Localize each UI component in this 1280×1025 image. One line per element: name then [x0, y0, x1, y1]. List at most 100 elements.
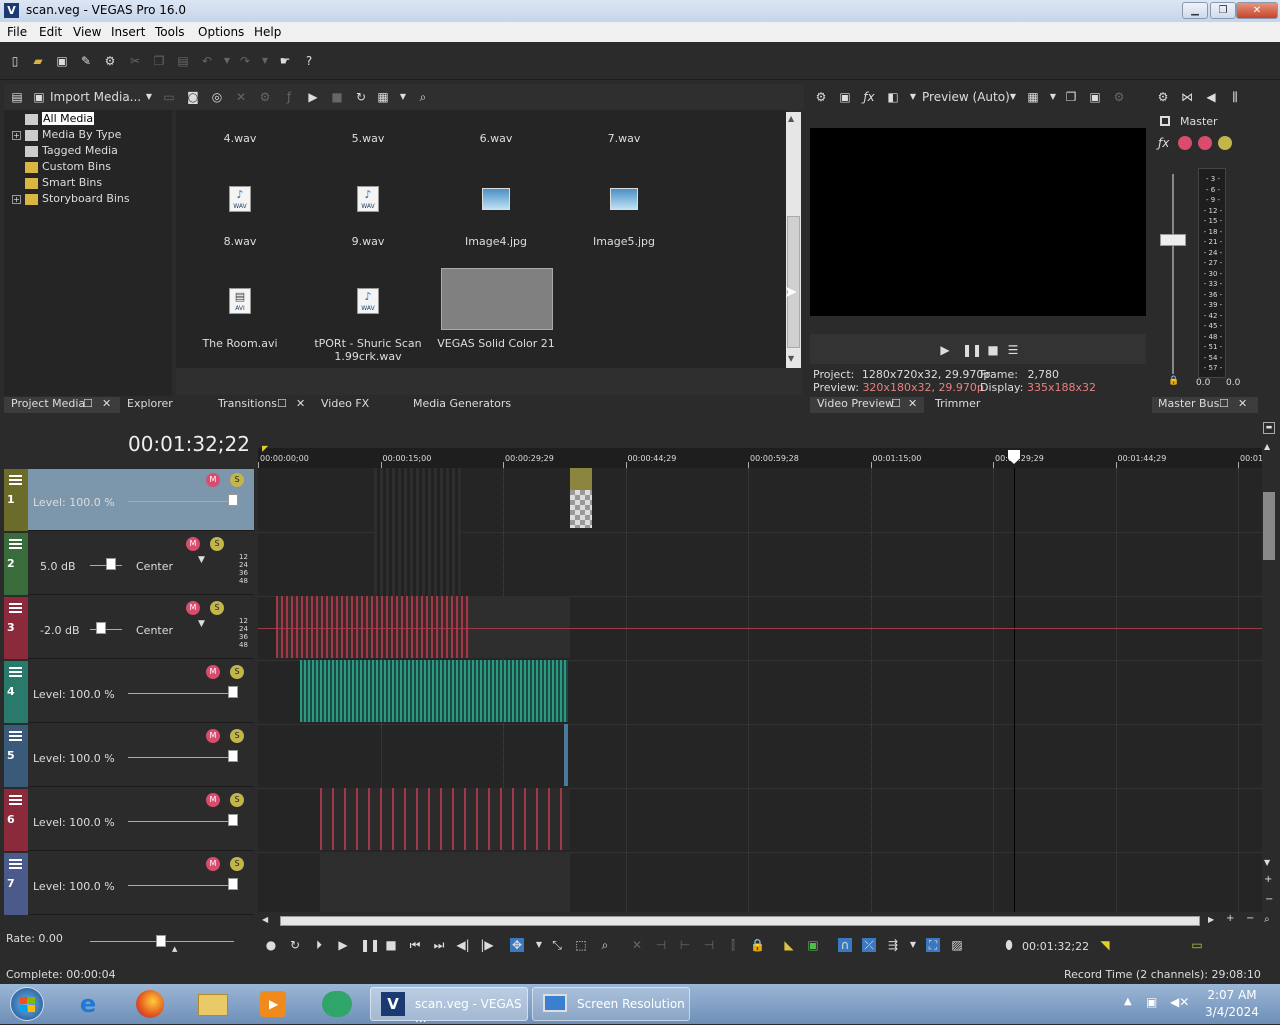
network-icon[interactable]: ▣ [1146, 995, 1157, 1009]
tab-close-icon[interactable]: ✕ [296, 397, 305, 410]
master-downmix-icon[interactable]: ⋈ [1180, 90, 1194, 104]
split-icon[interactable]: ⫿ [726, 938, 740, 952]
play-icon[interactable]: ▶ [336, 938, 350, 952]
menu-insert[interactable]: Insert [111, 25, 145, 39]
tab-float-icon[interactable]: ☐ [1219, 397, 1229, 410]
track-level-knob[interactable] [228, 814, 238, 826]
video-event-green[interactable] [300, 660, 568, 722]
video-event-blue[interactable] [564, 724, 568, 786]
insert-marker-icon[interactable]: ◣ [782, 938, 796, 952]
preview-stop-icon[interactable]: ■ [986, 343, 1000, 357]
master-fx-chain-icon[interactable] [1178, 136, 1192, 150]
timeline-horizontal-scrollbar[interactable]: ◀ ▶ + − ⌕ [258, 913, 1280, 928]
track-menu-icon[interactable] [9, 859, 22, 869]
snapping-icon[interactable]: ∩ [838, 938, 852, 952]
remove-icon[interactable]: ✕ [234, 90, 248, 104]
media-properties-icon[interactable]: ⚙ [258, 90, 272, 104]
zoom-out-time-icon[interactable]: − [1246, 913, 1254, 924]
h-scroll-right-icon[interactable]: ▶ [1208, 915, 1214, 924]
paste-icon[interactable]: ▤ [176, 54, 190, 68]
import-media-icon[interactable]: ▣ [32, 90, 46, 104]
timeline-tracks[interactable] [258, 468, 1263, 912]
scroll-up-icon[interactable]: ▲ [788, 114, 794, 123]
ignore-grouping-icon[interactable]: ▨ [950, 938, 964, 952]
views-icon[interactable]: ▤ [10, 90, 24, 104]
track-mute-icon[interactable]: M [206, 857, 220, 871]
menu-options[interactable]: Options [198, 25, 244, 39]
lock-event-icon[interactable]: 🔒 [750, 938, 765, 952]
capture-icon[interactable]: ▭ [162, 90, 176, 104]
trim-end-icon[interactable]: ⊣ [702, 938, 716, 952]
volume-muted-icon[interactable]: ◀✕ [1170, 995, 1189, 1009]
clock-date[interactable]: 3/4/2024 [1200, 1005, 1264, 1019]
solid-color-thumbnail[interactable] [441, 268, 553, 330]
track-volume-knob[interactable] [96, 622, 106, 634]
delete-icon[interactable]: ✕ [630, 938, 644, 952]
tab-close-icon[interactable]: ✕ [908, 397, 917, 410]
start-button[interactable] [10, 987, 44, 1021]
new-icon[interactable]: ▯ [8, 54, 22, 68]
track-header-5[interactable]: 5 Level: 100.0 % M S [4, 725, 254, 787]
taskbar-vegas-button[interactable]: V scan.veg - VEGAS ... [370, 987, 528, 1025]
track-mute-icon[interactable]: M [206, 793, 220, 807]
preview-quality-dropdown[interactable]: Preview (Auto) [922, 90, 1010, 104]
master-solo-icon[interactable] [1218, 136, 1232, 150]
selection-tool-icon[interactable]: ⬚ [574, 938, 588, 952]
menu-view[interactable]: View [73, 25, 101, 39]
tab-close-icon[interactable]: ✕ [1238, 397, 1247, 410]
track-level-slider[interactable] [128, 885, 238, 886]
track-menu-icon[interactable] [9, 795, 22, 805]
track-mute-icon[interactable]: M [206, 729, 220, 743]
h-scroll-thumb[interactable] [280, 916, 1200, 926]
wav-file-icon[interactable] [357, 186, 379, 212]
zoom-edit-tool-icon[interactable]: ⌕ [598, 938, 612, 952]
master-speaker-icon[interactable]: ◀ [1204, 90, 1218, 104]
split-dropdown-icon[interactable]: ▼ [906, 90, 920, 104]
go-to-end-icon[interactable]: ⏭ [432, 938, 446, 952]
track-level-slider[interactable] [128, 501, 238, 502]
timeline-marker-icon[interactable]: ▬ [1263, 422, 1275, 434]
overlays-dropdown-icon[interactable]: ▼ [1046, 90, 1060, 104]
pan-dropdown-icon[interactable]: ▼ [198, 619, 205, 629]
media-item[interactable]: 9.wav [304, 235, 432, 248]
track-menu-icon[interactable] [9, 475, 22, 485]
insert-region-icon[interactable]: ▣ [806, 938, 820, 952]
tree-item-all-media[interactable]: All Media [12, 112, 95, 127]
loop-playback-icon[interactable]: ↻ [288, 938, 302, 952]
previous-frame-icon[interactable]: ◀| [456, 938, 470, 952]
track-solo-icon[interactable]: S [210, 601, 224, 615]
video-event-red[interactable] [320, 788, 570, 850]
auto-preview-play-icon[interactable]: ▶ [306, 90, 320, 104]
track-menu-icon[interactable] [9, 539, 22, 549]
wav-file-icon[interactable] [229, 186, 251, 212]
undo-dropdown-icon[interactable]: ▼ [220, 54, 234, 68]
track-header-6[interactable]: 6 Level: 100.0 % M S [4, 789, 254, 851]
media-item[interactable]: 6.wav [432, 132, 560, 145]
track-solo-icon[interactable]: S [210, 537, 224, 551]
track-header-2[interactable]: 2 Center ▼ 12 24 36 48 5.0 dB M S [4, 533, 254, 595]
tab-float-icon[interactable]: ☐ [83, 397, 93, 410]
tree-item-smart-bins[interactable]: Smart Bins [12, 176, 102, 191]
media-item[interactable]: tPORt - Shuric Scan 1.99crk.wav [310, 337, 426, 363]
rate-slider-knob[interactable] [156, 935, 166, 947]
envelope-tool-icon[interactable]: ⤡ [550, 938, 564, 952]
master-mixer-icon[interactable]: ⫼ [1228, 90, 1242, 104]
play-from-start-icon[interactable]: ⏵ [312, 938, 326, 952]
quality-dropdown-icon[interactable]: ▼ [1006, 90, 1020, 104]
web-icon[interactable]: ◎ [210, 90, 224, 104]
zoom-out-vertical-icon[interactable]: − [1265, 894, 1273, 905]
tab-close-icon[interactable]: ✕ [102, 397, 111, 410]
copy-icon[interactable]: ❐ [152, 54, 166, 68]
media-item[interactable]: Image5.jpg [560, 235, 688, 248]
playhead-line[interactable] [1014, 468, 1015, 912]
tab-master-bus[interactable]: Master Bus [1158, 397, 1219, 410]
open-icon[interactable]: ▰ [31, 54, 45, 68]
track-solo-icon[interactable]: S [230, 473, 244, 487]
media-item[interactable]: 7.wav [560, 132, 688, 145]
track-mute-icon[interactable]: M [206, 665, 220, 679]
cut-icon[interactable]: ✂ [128, 54, 142, 68]
search-icon[interactable]: ⌕ [416, 90, 430, 104]
track-level-knob[interactable] [228, 686, 238, 698]
track-level-knob[interactable] [228, 878, 238, 890]
pan-dropdown-icon[interactable]: ▼ [198, 555, 205, 565]
